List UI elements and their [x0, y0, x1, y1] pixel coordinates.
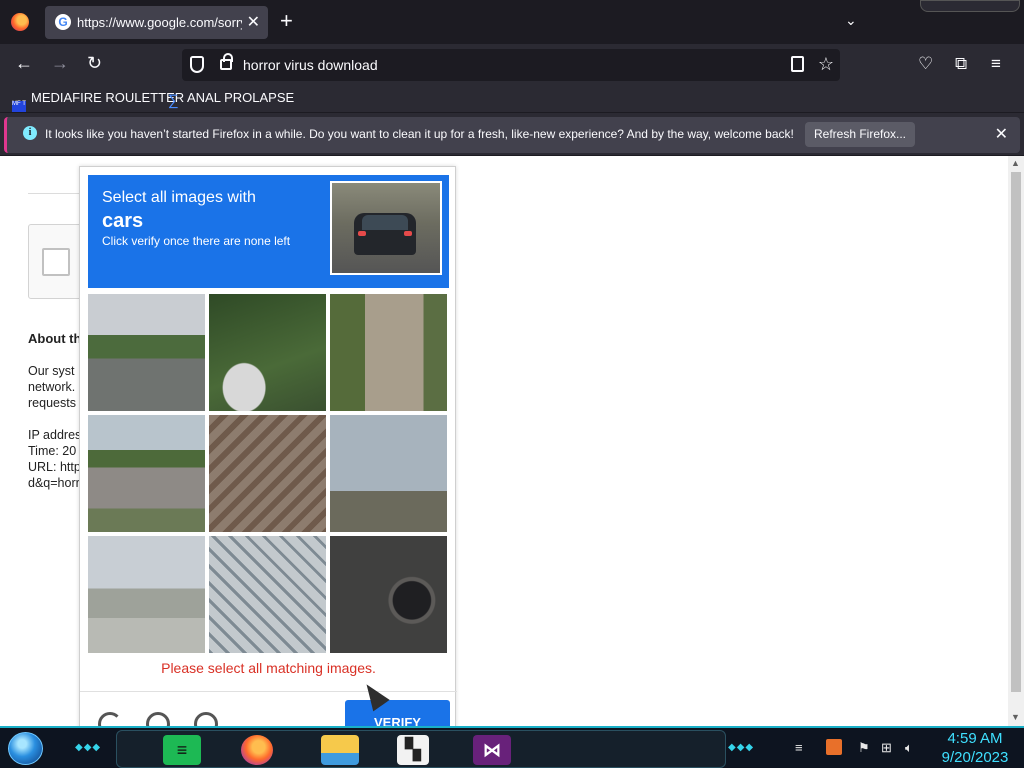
- taskbar: ◆◆◆ ≡ ▚ ⋈ ◆◆◆ ≡ ⚑ ⊞ 🔈︎ 4:59 AM 9/20/2023: [0, 726, 1024, 768]
- decor-icon: ◆◆◆: [728, 742, 755, 753]
- captcha-tile-sky-buildings[interactable]: [330, 415, 447, 532]
- page-scrollbar[interactable]: ▲ ▼: [1008, 156, 1024, 726]
- firefox-icon[interactable]: [241, 735, 273, 765]
- address-bar[interactable]: horror virus download ☆: [182, 49, 840, 81]
- clock-time: 4:59 AM: [947, 730, 1003, 747]
- about-line: network.: [28, 380, 76, 394]
- taskbar-dock: ≡ ▚ ⋈: [116, 730, 726, 768]
- recaptcha-challenge: Select all images with cars Click verify…: [79, 166, 457, 726]
- about-line: Time: 20: [28, 444, 77, 458]
- bookmark-label: ANAL PROLAPSE: [187, 90, 295, 105]
- reload-icon[interactable]: ↻: [87, 53, 102, 73]
- list-all-tabs-chevron-icon[interactable]: ⌄: [845, 12, 857, 29]
- help-info-icon[interactable]: [194, 712, 218, 726]
- clock-date: 9/20/2023: [941, 749, 1009, 766]
- error-message: Please select all matching images.: [161, 660, 376, 676]
- start-orb-icon[interactable]: [8, 732, 43, 765]
- tab-title: https://www.google.com/sorry/index: [77, 15, 242, 30]
- firefox-logo-icon[interactable]: [11, 13, 29, 31]
- car-taillight: [404, 231, 412, 236]
- captcha-tile-chimney[interactable]: [330, 294, 447, 411]
- menu-hamburger-icon[interactable]: ≡: [991, 54, 1001, 74]
- tray-app-icon[interactable]: [826, 739, 842, 755]
- tab-google[interactable]: G https://www.google.com/sorry/index ✕: [45, 6, 268, 39]
- challenge-header: Select all images with cars Click verify…: [88, 175, 449, 288]
- visual-studio-icon[interactable]: ⋈: [473, 735, 511, 765]
- reader-view-icon[interactable]: [791, 56, 804, 72]
- tab-close-icon[interactable]: ✕: [247, 12, 260, 32]
- file-explorer-icon[interactable]: [321, 735, 359, 765]
- notification-close-icon[interactable]: ✕: [995, 124, 1008, 144]
- captcha-tile-bridge[interactable]: [209, 536, 326, 653]
- captcha-tile-guardrail[interactable]: [209, 294, 326, 411]
- scroll-up-arrow-icon[interactable]: ▲: [1011, 158, 1020, 168]
- navigation-toolbar: ← → ↻ horror virus download ☆ ♡ ⧉ ≡: [0, 44, 1024, 86]
- decor-icon: ◆◆◆: [75, 742, 102, 753]
- sample-car-image: [330, 181, 442, 275]
- challenge-hint: Click verify once there are none left: [102, 234, 291, 248]
- notification-panel: i It looks like you haven’t started Fire…: [4, 117, 1020, 153]
- sigma-icon: ∑: [168, 92, 179, 109]
- about-line: requests: [28, 396, 76, 410]
- window-frame-decoration: [920, 0, 1020, 12]
- about-line: Our syst: [28, 364, 75, 378]
- pocket-icon[interactable]: ♡: [918, 54, 933, 74]
- challenge-footer: VERIFY: [80, 691, 457, 726]
- spotify-glyph: ≡: [176, 740, 188, 760]
- back-arrow-icon[interactable]: ←: [15, 53, 33, 73]
- recaptcha-checkbox[interactable]: [42, 248, 70, 276]
- captcha-tile-highway-fence[interactable]: [88, 536, 205, 653]
- challenge-instruction: Select all images with: [102, 189, 256, 206]
- audio-challenge-icon[interactable]: [146, 712, 170, 726]
- reload-challenge-icon[interactable]: [98, 712, 122, 726]
- car-taillight: [358, 231, 366, 236]
- app-icon[interactable]: ▚: [397, 735, 429, 765]
- address-input[interactable]: horror virus download: [243, 57, 378, 73]
- refresh-firefox-button[interactable]: Refresh Firefox...: [805, 122, 915, 147]
- spotify-icon[interactable]: ≡: [163, 735, 201, 765]
- app-glyph: ▚: [405, 739, 421, 761]
- captcha-tile-stairs[interactable]: [209, 415, 326, 532]
- bookmark-anal-prolapse[interactable]: ∑ ANAL PROLAPSE: [168, 90, 294, 108]
- tracking-protection-shield-icon[interactable]: [190, 56, 204, 73]
- challenge-image-grid: [88, 294, 447, 653]
- forward-arrow-icon[interactable]: →: [51, 53, 69, 73]
- flag-icon[interactable]: ⚑: [858, 740, 870, 756]
- tray-wedge-icon[interactable]: ≡: [795, 740, 803, 755]
- about-line: d&q=horr: [28, 476, 80, 490]
- verify-button[interactable]: VERIFY: [345, 700, 450, 726]
- clock[interactable]: 4:59 AM 9/20/2023: [932, 729, 1018, 767]
- bookmarks-toolbar: MF T MEDIAFIRE ROULETTER ∑ ANAL PROLAPSE: [0, 86, 1024, 116]
- new-tab-button[interactable]: +: [280, 10, 293, 32]
- captcha-tile-house[interactable]: [88, 415, 205, 532]
- bookmark-star-icon[interactable]: ☆: [818, 54, 834, 75]
- challenge-target: cars: [102, 210, 144, 232]
- web-page: About th Our syst network. requests IP a…: [0, 156, 1008, 726]
- google-icon: G: [55, 14, 71, 30]
- network-icon[interactable]: ⊞: [881, 740, 892, 756]
- tab-bar: G https://www.google.com/sorry/index ✕ +…: [0, 0, 1024, 44]
- visual-studio-glyph: ⋈: [483, 740, 501, 760]
- captcha-tile-motorcycle[interactable]: [330, 536, 447, 653]
- about-heading: About th: [28, 331, 82, 346]
- scroll-down-arrow-icon[interactable]: ▼: [1011, 712, 1020, 722]
- captcha-tile-road-trees[interactable]: [88, 294, 205, 411]
- lock-icon[interactable]: [220, 53, 233, 70]
- info-icon: i: [23, 126, 37, 140]
- bookmark-label: MEDIAFIRE ROULETTER: [31, 90, 185, 105]
- notification-bar: i It looks like you haven’t started Fire…: [0, 112, 1024, 155]
- volume-icon[interactable]: 🔈︎: [905, 740, 913, 756]
- notification-text: It looks like you haven’t started Firefo…: [45, 127, 794, 141]
- about-line: IP addres: [28, 428, 82, 442]
- scrollbar-thumb[interactable]: [1011, 172, 1021, 692]
- extensions-puzzle-icon[interactable]: ⧉: [955, 54, 967, 74]
- about-line: URL: http: [28, 460, 81, 474]
- car-window: [362, 215, 408, 230]
